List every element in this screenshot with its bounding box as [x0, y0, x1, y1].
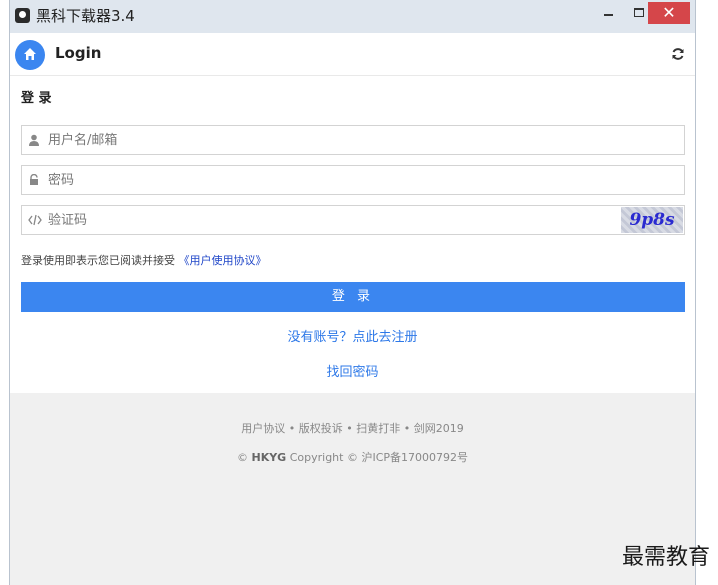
- password-field: [21, 165, 685, 195]
- form-heading: 登 录: [21, 91, 52, 106]
- login-button[interactable]: 登 录: [21, 282, 685, 312]
- lock-icon: [30, 174, 38, 185]
- register-link[interactable]: 没有账号？点此去注册: [10, 326, 695, 345]
- copyright-suffix: Copyright © 沪ICP备17000792号: [286, 451, 469, 464]
- app-window: 黑科下载器3.4 ✕ Login 登 录 用户名/邮箱 验证码 9p8s 登录使…: [9, 0, 696, 585]
- user-icon: [29, 134, 39, 146]
- minimize-button[interactable]: [594, 0, 624, 24]
- login-panel: Login 登 录 用户名/邮箱 验证码 9p8s 登录使用即表示您已阅读并接受…: [10, 33, 695, 393]
- agreement-text: 登录使用即表示您已阅读并接受: [21, 254, 179, 267]
- password-input[interactable]: [48, 166, 628, 194]
- copyright-brand: HKYG: [251, 451, 287, 464]
- code-icon: [28, 214, 42, 226]
- close-button[interactable]: ✕: [648, 2, 690, 24]
- forgot-password-link[interactable]: 找回密码: [10, 361, 695, 380]
- footer-links[interactable]: 用户协议 • 版权投诉 • 扫黄打非 • 剑网2019: [10, 420, 695, 436]
- refresh-icon[interactable]: [671, 47, 685, 61]
- captcha-field: 9p8s: [21, 205, 685, 235]
- watermark: 最需教育: [621, 545, 710, 570]
- username-field: [21, 125, 685, 155]
- agreement-notice: 登录使用即表示您已阅读并接受 《用户使用协议》: [21, 252, 267, 268]
- panel-header: Login: [10, 33, 695, 76]
- copyright-prefix: ©: [236, 451, 252, 464]
- window-title: 黑科下载器3.4: [36, 7, 135, 25]
- home-icon: [24, 48, 36, 60]
- captcha-input[interactable]: [48, 206, 608, 234]
- title-bar: 黑科下载器3.4 ✕: [10, 0, 695, 34]
- page-title: Login: [55, 44, 102, 62]
- copyright-text: © HKYG Copyright © 沪ICP备17000792号: [10, 449, 695, 465]
- app-logo-icon: [15, 8, 30, 23]
- captcha-image[interactable]: 9p8s: [621, 207, 683, 233]
- user-agreement-link[interactable]: 《用户使用协议》: [179, 254, 267, 267]
- home-button[interactable]: [15, 40, 45, 70]
- username-input[interactable]: [48, 126, 628, 154]
